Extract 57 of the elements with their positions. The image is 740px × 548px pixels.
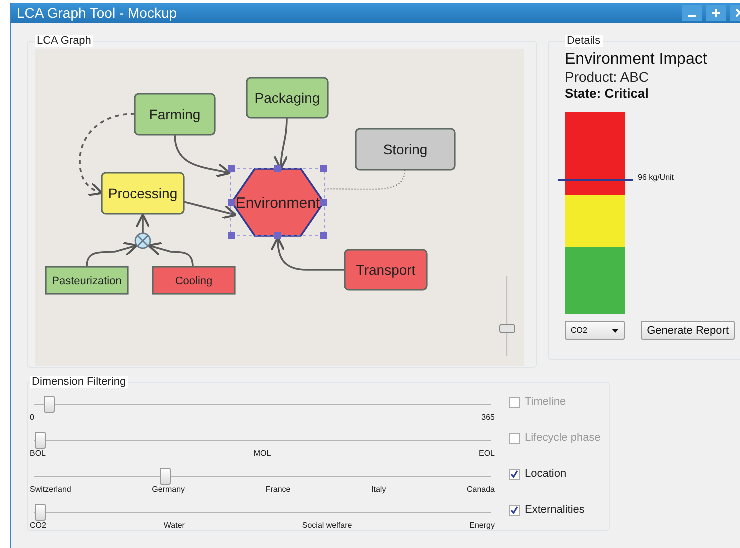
checkbox[interactable]	[509, 504, 520, 516]
connector-arrow	[148, 242, 194, 268]
graph-node[interactable]: Cooling	[152, 266, 236, 295]
graph-node[interactable]: Processing	[101, 172, 185, 215]
graph-node[interactable]: Storing	[355, 128, 456, 171]
connector-arrow	[136, 214, 150, 234]
caret-icon	[612, 328, 619, 332]
checkbox-label: Externalities	[525, 504, 585, 516]
checkbox[interactable]	[509, 396, 520, 408]
maximize-button[interactable]	[706, 5, 726, 21]
graph-node[interactable]: Environment	[228, 166, 328, 240]
product-label: Product: ABC	[565, 69, 650, 85]
panel-legend: LCA Graph	[35, 35, 94, 47]
plus-icon	[712, 9, 720, 17]
tick-label: Germany	[152, 485, 186, 494]
panel-legend: Dimension Filtering	[30, 376, 128, 388]
graph-node[interactable]: Packaging	[246, 77, 329, 119]
checkbox-label: Location	[525, 468, 567, 480]
connector-arrow	[86, 242, 138, 268]
tick-label: EOL	[478, 449, 495, 458]
tick-label: BOL	[30, 449, 46, 458]
meter-reading: 96 kg/Unit	[638, 172, 674, 182]
tick-label: Social welfare	[302, 521, 352, 530]
generate-report-button[interactable]: Generate Report	[641, 321, 735, 340]
panel-legend: Details	[565, 35, 603, 47]
zoom-slider[interactable]	[500, 276, 516, 356]
connector-arrow	[274, 118, 289, 170]
tick-label: Canada	[466, 485, 495, 494]
unit-dropdown[interactable]: CO2	[565, 321, 625, 340]
tick-label: CO2	[30, 521, 46, 530]
graph-node[interactable]: Pasteurization	[45, 266, 129, 295]
connector-arrow	[184, 201, 238, 220]
tick-label: France	[266, 485, 291, 494]
graph-node[interactable]: Farming	[134, 93, 216, 136]
slider-thumb[interactable]	[160, 468, 171, 485]
tick-label: Energy	[470, 521, 495, 530]
checkbox[interactable]	[509, 432, 520, 444]
zoom-slider-thumb[interactable]	[500, 324, 516, 334]
checkbox-label: Lifecycle phase	[525, 432, 601, 444]
impact-title: Environment Impact	[565, 51, 708, 69]
tick-label: 365	[482, 413, 495, 422]
checkbox[interactable]	[509, 468, 520, 480]
slider-thumb[interactable]	[35, 504, 46, 521]
slider-thumb[interactable]	[44, 396, 55, 413]
graph-node[interactable]: Transport	[344, 249, 428, 291]
checkbox-label: Timeline	[525, 396, 566, 408]
slider-thumb[interactable]	[35, 432, 46, 449]
tick-label: Switzerland	[30, 485, 72, 494]
tick-label: Water	[164, 521, 185, 530]
state-label: State: Critical	[565, 86, 650, 101]
tick-label: MOL	[254, 449, 272, 458]
minimize-button[interactable]	[682, 5, 702, 21]
tick-label: Italy	[372, 485, 386, 494]
merge-icon	[134, 232, 152, 250]
connector-arrow	[174, 134, 232, 178]
tick-label: 0	[30, 413, 34, 422]
window-title: LCA Graph Tool - Mockup	[17, 5, 178, 21]
